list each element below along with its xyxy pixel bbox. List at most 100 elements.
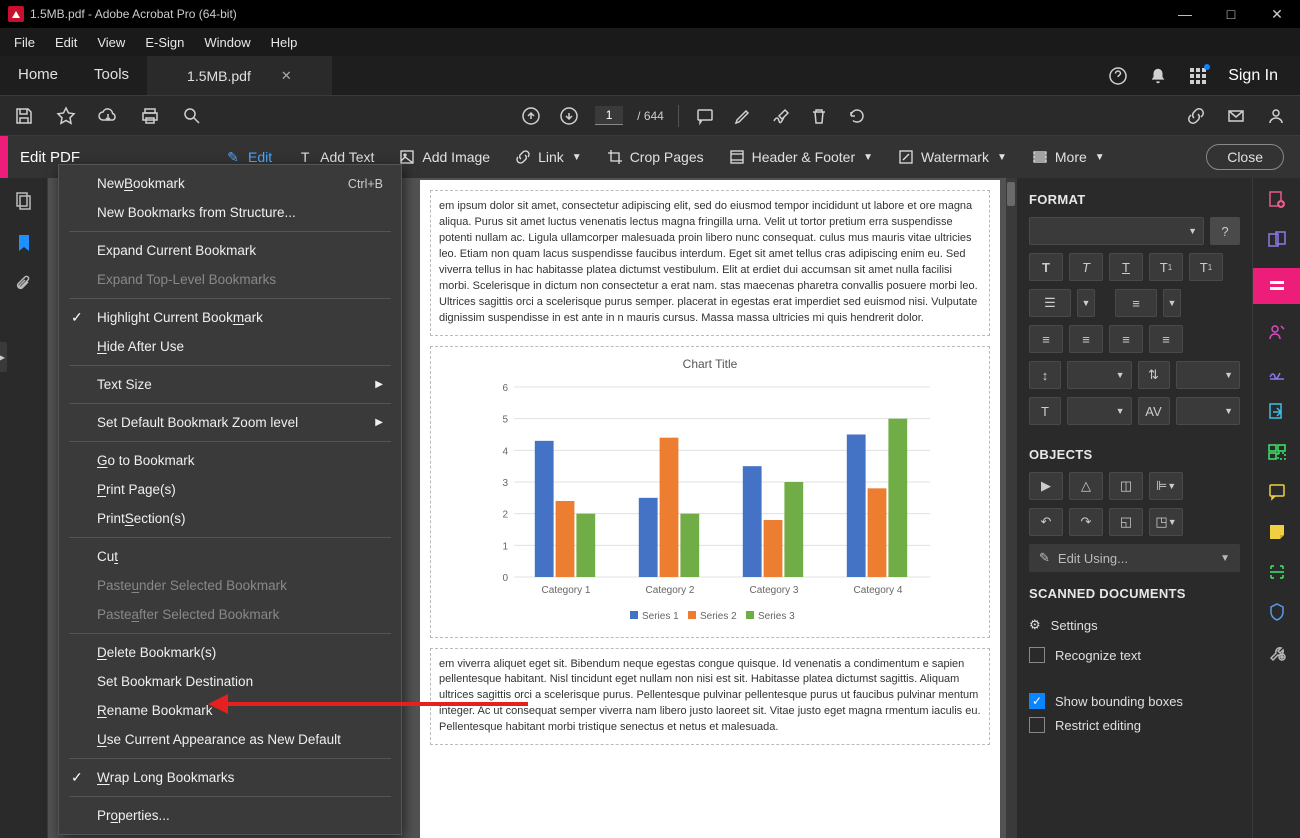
subscript-button[interactable]: T1 — [1189, 253, 1223, 281]
trash-icon[interactable] — [807, 104, 831, 128]
text-block[interactable]: em ipsum dolor sit amet, consectetur adi… — [430, 190, 990, 336]
menu-cut[interactable]: Cut — [59, 542, 401, 571]
paragraph-spacing-value[interactable]: ▼ — [1176, 361, 1241, 389]
combine-icon[interactable] — [1265, 228, 1289, 252]
align-object-button[interactable]: ⊫ ▼ — [1149, 472, 1183, 500]
menu-help[interactable]: Help — [261, 31, 308, 54]
flip-v-button[interactable]: △ — [1069, 472, 1103, 500]
align-justify-button[interactable]: ≡ — [1149, 325, 1183, 353]
tab-close-icon[interactable]: ✕ — [281, 68, 292, 84]
paragraph-spacing-button[interactable]: ⇅ — [1138, 361, 1170, 389]
bell-icon[interactable] — [1148, 66, 1168, 86]
horizontal-scale-button[interactable]: T — [1029, 397, 1061, 425]
underline-button[interactable]: T — [1109, 253, 1143, 281]
attachments-icon[interactable] — [13, 274, 35, 296]
sign-in-button[interactable]: Sign In — [1228, 67, 1278, 85]
profile-icon[interactable] — [1264, 104, 1288, 128]
menu-wrap[interactable]: ✓Wrap Long Bookmarks — [59, 763, 401, 792]
print-icon[interactable] — [138, 104, 162, 128]
close-window-button[interactable]: ✕ — [1254, 0, 1300, 28]
arrange-button[interactable]: ◳ ▼ — [1149, 508, 1183, 536]
organize-icon[interactable] — [1265, 440, 1289, 464]
request-sign-icon[interactable] — [1265, 320, 1289, 344]
tab-file[interactable]: 1.5MB.pdf ✕ — [147, 56, 332, 95]
link-button[interactable]: Link▼ — [506, 144, 590, 170]
crop-button[interactable]: Crop Pages — [598, 144, 712, 170]
star-icon[interactable] — [54, 104, 78, 128]
menu-print-sections[interactable]: Print Section(s) — [59, 504, 401, 533]
menu-view[interactable]: View — [87, 31, 135, 54]
create-pdf-icon[interactable] — [1265, 188, 1289, 212]
export-icon[interactable] — [1265, 400, 1289, 424]
comment-icon[interactable] — [693, 104, 717, 128]
flip-h-button[interactable]: ▶ — [1029, 472, 1063, 500]
close-editpdf-button[interactable]: Close — [1206, 144, 1284, 170]
replace-image-button[interactable]: ◱ — [1109, 508, 1143, 536]
protect-icon[interactable] — [1265, 600, 1289, 624]
menu-delete[interactable]: Delete Bookmark(s) — [59, 638, 401, 667]
link-tool-icon[interactable] — [1184, 104, 1208, 128]
menu-default-zoom[interactable]: Set Default Bookmark Zoom level▶ — [59, 408, 401, 437]
menu-text-size[interactable]: Text Size▶ — [59, 370, 401, 399]
bookmark-icon[interactable] — [13, 232, 35, 254]
menu-new-bookmark[interactable]: New BookmarkCtrl+B — [59, 169, 401, 198]
menu-set-destination[interactable]: Set Bookmark Destination — [59, 667, 401, 696]
menu-use-current[interactable]: Use Current Appearance as New Default — [59, 725, 401, 754]
menu-expand-current[interactable]: Expand Current Bookmark — [59, 236, 401, 265]
menu-esign[interactable]: E-Sign — [135, 31, 194, 54]
watermark-button[interactable]: Watermark▼ — [889, 144, 1015, 170]
restrict-editing-checkbox[interactable]: Restrict editing — [1029, 717, 1240, 733]
header-footer-button[interactable]: Header & Footer▼ — [720, 144, 881, 170]
edit-pdf-rail-icon[interactable] — [1253, 268, 1300, 304]
tab-home[interactable]: Home — [0, 56, 76, 95]
sign-icon[interactable] — [769, 104, 793, 128]
add-image-button[interactable]: Add Image — [390, 144, 498, 170]
horizontal-scale-value[interactable]: ▼ — [1067, 397, 1132, 425]
maximize-button[interactable]: □ — [1208, 0, 1254, 28]
numbered-dropdown[interactable]: ▼ — [1163, 289, 1181, 317]
cloud-icon[interactable] — [96, 104, 120, 128]
page-up-icon[interactable] — [519, 104, 543, 128]
minimize-button[interactable]: ― — [1162, 0, 1208, 28]
bullet-dropdown[interactable]: ▼ — [1077, 289, 1095, 317]
fill-sign-icon[interactable] — [1265, 360, 1289, 384]
char-spacing-button[interactable]: AV — [1138, 397, 1170, 425]
menu-goto[interactable]: Go to Bookmark — [59, 446, 401, 475]
page-number-input[interactable]: 1 — [595, 106, 623, 125]
apps-icon[interactable] — [1188, 66, 1208, 86]
menu-rename[interactable]: Rename Bookmark — [59, 696, 401, 725]
menu-new-from-structure[interactable]: New Bookmarks from Structure... — [59, 198, 401, 227]
superscript-button[interactable]: T1 — [1149, 253, 1183, 281]
font-help-button[interactable]: ? — [1210, 217, 1240, 245]
italic-button[interactable]: T — [1069, 253, 1103, 281]
text-block-2[interactable]: em viverra aliquet eget sit. Bibendum ne… — [430, 648, 990, 746]
tab-tools[interactable]: Tools — [76, 56, 147, 95]
help-icon[interactable] — [1108, 66, 1128, 86]
rotate-ccw-button[interactable]: ↶ — [1029, 508, 1063, 536]
align-right-button[interactable]: ≡ — [1109, 325, 1143, 353]
menu-hide-after[interactable]: Hide After Use — [59, 332, 401, 361]
align-left-button[interactable]: ≡ — [1029, 325, 1063, 353]
thumbnails-icon[interactable] — [13, 190, 35, 212]
menu-properties[interactable]: Properties... — [59, 801, 401, 830]
menu-highlight-current[interactable]: ✓Highlight Current Bookmark — [59, 303, 401, 332]
more-button[interactable]: More▼ — [1023, 144, 1113, 170]
show-bounding-checkbox[interactable]: ✓Show bounding boxes — [1029, 693, 1240, 709]
menu-edit[interactable]: Edit — [45, 31, 87, 54]
comment-rail-icon[interactable] — [1265, 480, 1289, 504]
bullet-list-button[interactable]: ☰ — [1029, 289, 1071, 317]
save-icon[interactable] — [12, 104, 36, 128]
font-family-dropdown[interactable]: ▼ — [1029, 217, 1204, 245]
numbered-list-button[interactable]: ≡ — [1115, 289, 1157, 317]
menu-print-pages[interactable]: Print Page(s) — [59, 475, 401, 504]
mail-icon[interactable] — [1224, 104, 1248, 128]
line-spacing-value[interactable]: ▼ — [1067, 361, 1132, 389]
settings-row[interactable]: ⚙Settings — [1029, 611, 1240, 639]
line-spacing-button[interactable]: ↕ — [1029, 361, 1061, 389]
rotate-icon[interactable] — [845, 104, 869, 128]
menu-file[interactable]: File — [4, 31, 45, 54]
chart-block[interactable]: Chart Title 0123456Category 1Category 2C… — [430, 346, 990, 638]
scan-icon-rail[interactable] — [1265, 560, 1289, 584]
crop-object-button[interactable]: ◫ — [1109, 472, 1143, 500]
vertical-scrollbar[interactable] — [1006, 178, 1016, 838]
